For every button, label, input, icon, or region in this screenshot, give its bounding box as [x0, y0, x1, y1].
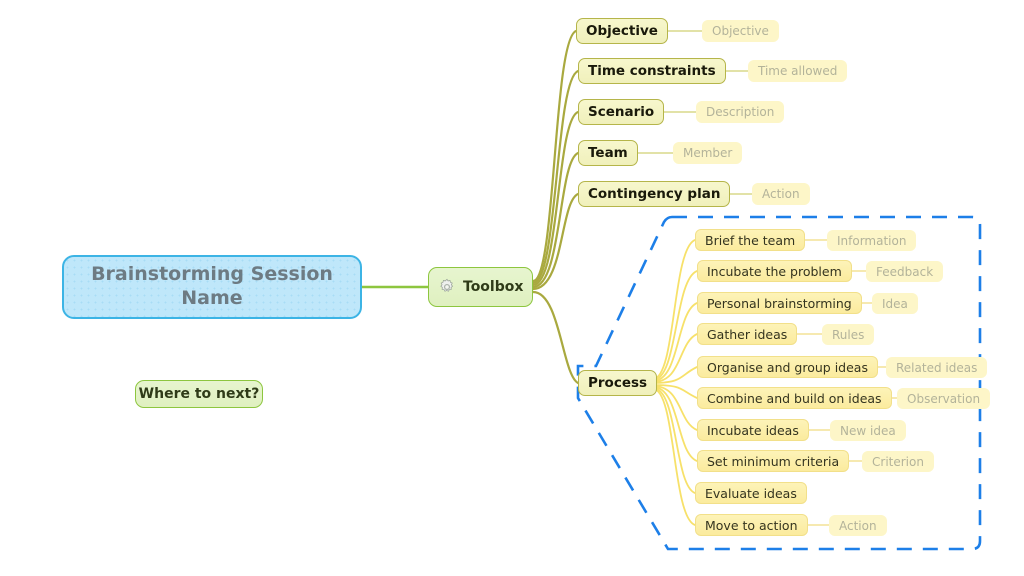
mindmap-canvas: Brainstorming Session Name Where to next…	[0, 0, 1024, 576]
leaf-new-idea-label: New idea	[840, 423, 896, 438]
step-incubate-ideas-label: Incubate ideas	[707, 422, 799, 438]
leaf-time-allowed[interactable]: Time allowed	[748, 60, 848, 82]
leaf-observation[interactable]: Observation	[897, 388, 991, 409]
connector-step-9	[652, 387, 696, 494]
leaf-feedback-label: Feedback	[876, 264, 934, 279]
step-organise-and-group-ideas[interactable]: Organise and group ideas	[697, 356, 878, 378]
step-move-to-action-label: Move to action	[705, 517, 798, 533]
leaf-criterion-label: Criterion	[872, 454, 924, 469]
step-incubate-the-problem-label: Incubate the problem	[707, 263, 842, 279]
leaf-description-label: Description	[706, 105, 775, 119]
connector-step-1	[652, 239, 696, 380]
leaf-action-move-label: Action	[839, 518, 877, 533]
leaf-member[interactable]: Member	[673, 142, 743, 164]
leaf-criterion[interactable]: Criterion	[862, 451, 934, 472]
branch-process[interactable]: Process	[578, 370, 658, 396]
connector-contingency-plan	[531, 192, 580, 291]
branch-process-label: Process	[588, 375, 648, 391]
step-incubate-the-problem[interactable]: Incubate the problem	[697, 260, 852, 282]
leaf-observation-label: Observation	[907, 391, 981, 406]
where-to-next-label: Where to next?	[138, 386, 260, 402]
branch-team[interactable]: Team	[578, 140, 638, 166]
connector-group-branches	[531, 29, 580, 385]
connector-step-4	[652, 333, 698, 383]
step-personal-brainstorming-label: Personal brainstorming	[707, 295, 852, 311]
branch-scenario[interactable]: Scenario	[578, 99, 665, 125]
leaf-action-contingency-label: Action	[762, 187, 800, 201]
connector-step-2	[652, 270, 698, 381]
leaf-member-label: Member	[683, 146, 733, 160]
step-combine-and-build-on-ideas[interactable]: Combine and build on ideas	[697, 387, 892, 409]
branch-scenario-label: Scenario	[588, 104, 655, 120]
connector-step-7	[652, 385, 698, 431]
step-organise-and-group-ideas-label: Organise and group ideas	[707, 359, 868, 375]
connector-scenario	[531, 110, 580, 287]
leaf-rules-label: Rules	[832, 327, 865, 342]
root-node[interactable]: Brainstorming Session Name	[62, 255, 362, 319]
leaf-information-label: Information	[837, 233, 907, 248]
leaf-related-ideas[interactable]: Related ideas	[886, 357, 988, 378]
step-brief-the-team[interactable]: Brief the team	[695, 229, 806, 251]
step-gather-ideas[interactable]: Gather ideas	[697, 323, 798, 345]
leaf-action-contingency[interactable]: Action	[752, 183, 810, 205]
leaf-idea[interactable]: Idea	[872, 293, 918, 314]
toolbox-label: Toolbox	[463, 279, 524, 295]
step-incubate-ideas[interactable]: Incubate ideas	[697, 419, 809, 441]
connector-group-process-steps	[652, 239, 698, 526]
step-brief-the-team-label: Brief the team	[705, 232, 796, 248]
connector-step-8	[652, 386, 698, 462]
step-move-to-action[interactable]: Move to action	[695, 514, 808, 536]
connector-step-3	[652, 302, 698, 382]
leaf-idea-label: Idea	[882, 296, 908, 311]
leaf-information[interactable]: Information	[827, 230, 917, 251]
connector-time-constraints	[531, 69, 580, 285]
where-to-next-node[interactable]: Where to next?	[135, 380, 263, 408]
step-combine-and-build-on-ideas-label: Combine and build on ideas	[707, 390, 882, 406]
step-set-minimum-criteria[interactable]: Set minimum criteria	[697, 450, 850, 472]
gear-icon	[440, 278, 454, 292]
leaf-description[interactable]: Description	[696, 101, 785, 123]
leaf-action-move[interactable]: Action	[829, 515, 887, 536]
leaf-time-allowed-label: Time allowed	[758, 64, 838, 78]
root-title-line2: Name	[181, 287, 243, 309]
connector-objective	[531, 29, 578, 283]
connector-step-5	[652, 366, 698, 384]
branch-time-constraints[interactable]: Time constraints	[578, 58, 726, 84]
branch-time-constraints-label: Time constraints	[588, 63, 716, 79]
branch-contingency-plan[interactable]: Contingency plan	[578, 181, 731, 207]
toolbox-node[interactable]: Toolbox	[428, 267, 533, 307]
connector-step-10	[652, 388, 696, 526]
connector-team	[531, 151, 580, 289]
branch-objective-label: Objective	[586, 23, 658, 39]
connector-process	[531, 290, 580, 385]
leaf-related-ideas-label: Related ideas	[896, 360, 978, 375]
branch-team-label: Team	[588, 145, 628, 161]
step-evaluate-ideas-label: Evaluate ideas	[705, 485, 797, 501]
leaf-new-idea[interactable]: New idea	[830, 420, 906, 441]
branch-objective[interactable]: Objective	[576, 18, 668, 44]
leaf-objective[interactable]: Objective	[702, 20, 779, 42]
leaf-feedback[interactable]: Feedback	[866, 261, 944, 282]
leaf-objective-label: Objective	[712, 24, 769, 38]
step-set-minimum-criteria-label: Set minimum criteria	[707, 453, 840, 469]
step-gather-ideas-label: Gather ideas	[707, 326, 788, 342]
branch-contingency-plan-label: Contingency plan	[588, 186, 721, 202]
step-evaluate-ideas[interactable]: Evaluate ideas	[695, 482, 807, 504]
leaf-rules[interactable]: Rules	[822, 324, 875, 345]
connector-step-6	[652, 384, 698, 399]
root-title-line1: Brainstorming Session	[91, 263, 333, 286]
step-personal-brainstorming[interactable]: Personal brainstorming	[697, 292, 862, 314]
